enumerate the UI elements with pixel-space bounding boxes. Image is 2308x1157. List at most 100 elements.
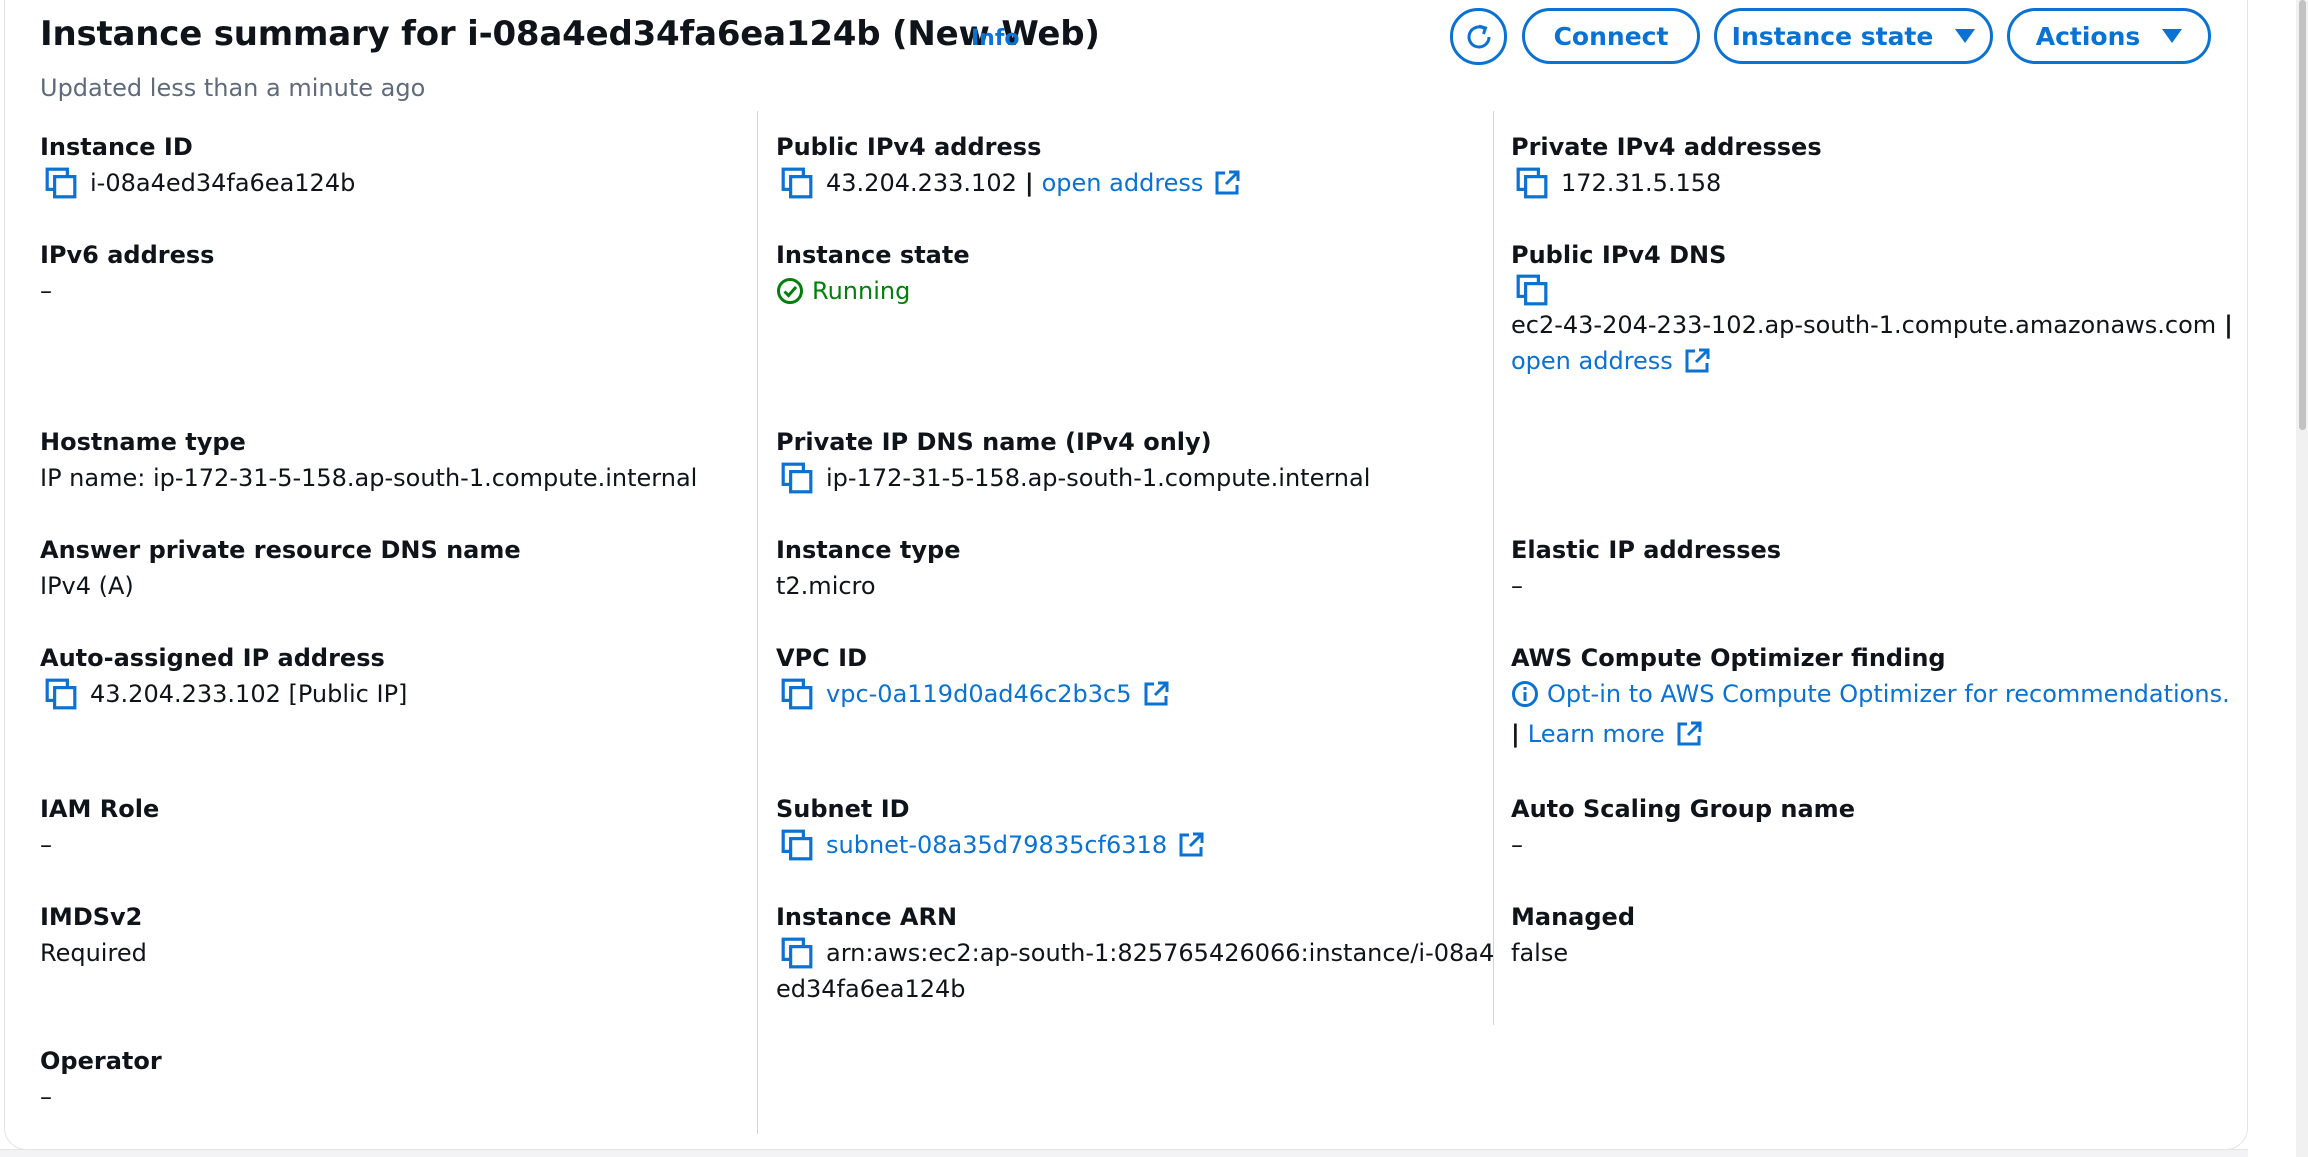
field-managed: Managed false — [1511, 902, 2211, 971]
copy-icon[interactable] — [780, 677, 814, 711]
success-check-icon — [777, 278, 803, 304]
field-label: Instance ID — [40, 133, 193, 161]
optimizer-opt-in-link[interactable]: Opt-in to AWS Compute Optimizer for reco… — [1547, 676, 2230, 712]
field-label: Instance state — [776, 241, 970, 269]
instance-state-button-label: Instance state — [1731, 21, 1934, 51]
field-label: Auto-assigned IP address — [40, 644, 385, 672]
subnet-id-link[interactable]: subnet-08a35d79835cf6318 — [826, 827, 1167, 863]
field-label: Hostname type — [40, 428, 246, 456]
instance-arn-value-line2: ed34fa6ea124b — [776, 975, 966, 1003]
field-imdsv2: IMDSv2 Required — [40, 902, 740, 971]
field-auto-ip: Auto-assigned IP address 43.204.233.102 … — [40, 643, 740, 712]
copy-icon[interactable] — [780, 461, 814, 495]
column-divider — [1493, 111, 1494, 1025]
refresh-icon — [1467, 24, 1490, 48]
field-optimizer: AWS Compute Optimizer finding Opt-in to … — [1511, 643, 2230, 752]
field-label: IPv6 address — [40, 241, 215, 269]
instance-arn-value-line1: arn:aws:ec2:ap-south-1:825765426066:inst… — [826, 939, 1495, 967]
open-address-link[interactable]: open address — [1042, 165, 1204, 201]
field-instance-state: Instance state Running — [776, 240, 1476, 309]
caret-down-icon — [2162, 29, 2183, 43]
field-label: Operator — [40, 1047, 162, 1075]
separator: | — [1024, 169, 1034, 197]
vpc-id-link[interactable]: vpc-0a119d0ad46c2b3c5 — [826, 676, 1132, 712]
external-link-icon[interactable] — [1177, 831, 1205, 859]
external-link-icon[interactable] — [1213, 169, 1241, 197]
external-link-icon[interactable] — [1142, 680, 1170, 708]
field-private-dns: Private IP DNS name (IPv4 only) ip-172-3… — [776, 427, 1476, 496]
actions-button-label: Actions — [2035, 21, 2141, 51]
field-label: Public IPv4 address — [776, 133, 1042, 161]
field-public-ipv4: Public IPv4 address 43.204.233.102 | ope… — [776, 132, 1476, 201]
refresh-button[interactable] — [1450, 8, 1507, 65]
field-vpc-id: VPC ID vpc-0a119d0ad46c2b3c5 — [776, 643, 1476, 712]
field-answer-dns: Answer private resource DNS name IPv4 (A… — [40, 535, 740, 604]
caret-down-icon — [1955, 29, 1976, 43]
auto-ip-value: 43.204.233.102 [Public IP] — [90, 680, 408, 708]
field-instance-id: Instance ID i-08a4ed34fa6ea124b — [40, 132, 740, 201]
column-divider — [757, 111, 758, 1134]
public-ipv4-value: 43.204.233.102 — [826, 169, 1017, 197]
copy-icon[interactable] — [1515, 166, 1549, 200]
field-label: IMDSv2 — [40, 903, 143, 931]
field-label: Instance type — [776, 536, 961, 564]
copy-icon[interactable] — [780, 166, 814, 200]
copy-icon[interactable] — [44, 677, 78, 711]
field-private-ipv4: Private IPv4 addresses 172.31.5.158 — [1511, 132, 2211, 201]
page-title: Instance summary for i-08a4ed34fa6ea124b… — [40, 14, 1100, 54]
copy-icon[interactable] — [44, 166, 78, 200]
copy-icon[interactable] — [780, 828, 814, 862]
copy-icon[interactable] — [780, 936, 814, 970]
learn-more-link[interactable]: Learn more — [1528, 716, 1665, 752]
field-public-dns: Public IPv4 DNS ec2-43-204-233-102.ap-so… — [1511, 240, 2233, 379]
field-label: Auto Scaling Group name — [1511, 795, 1855, 823]
field-label: Managed — [1511, 903, 1635, 931]
scrollbar-thumb[interactable] — [2299, 0, 2306, 430]
field-operator: Operator – — [40, 1046, 740, 1115]
field-label: Answer private resource DNS name — [40, 536, 521, 564]
field-label: Subnet ID — [776, 795, 910, 823]
private-dns-value: ip-172-31-5-158.ap-south-1.compute.inter… — [826, 464, 1371, 492]
instance-state-value: Running — [812, 277, 911, 305]
field-label: IAM Role — [40, 795, 160, 823]
updated-timestamp: Updated less than a minute ago — [40, 74, 426, 102]
field-subnet-id: Subnet ID subnet-08a35d79835cf6318 — [776, 794, 1476, 863]
managed-value: false — [1511, 939, 1569, 967]
field-label: Public IPv4 DNS — [1511, 241, 1727, 269]
field-label: Instance ARN — [776, 903, 958, 931]
connect-button-label: Connect — [1553, 21, 1669, 51]
connect-button[interactable]: Connect — [1522, 8, 1700, 64]
hostname-type-value: IP name: ip-172-31-5-158.ap-south-1.comp… — [40, 464, 698, 492]
separator: | — [2224, 311, 2233, 339]
info-link[interactable]: Info — [971, 26, 1020, 51]
actions-button[interactable]: Actions — [2007, 8, 2211, 64]
field-hostname-type: Hostname type IP name: ip-172-31-5-158.a… — [40, 427, 740, 496]
instance-id-value: i-08a4ed34fa6ea124b — [90, 169, 356, 197]
external-link-icon[interactable] — [1675, 720, 1703, 748]
field-label: AWS Compute Optimizer finding — [1511, 644, 1946, 672]
instance-state-button[interactable]: Instance state — [1714, 8, 1993, 64]
copy-icon[interactable] — [1515, 273, 1549, 307]
field-ipv6: IPv6 address – — [40, 240, 740, 309]
imdsv2-value: Required — [40, 939, 147, 967]
info-circle-icon — [1512, 681, 1538, 707]
field-label: VPC ID — [776, 644, 867, 672]
field-label: Private IPv4 addresses — [1511, 133, 1822, 161]
ipv6-value: – — [40, 277, 52, 305]
field-asg-name: Auto Scaling Group name – — [1511, 794, 2211, 863]
external-link-icon[interactable] — [1683, 347, 1711, 375]
field-label: Private IP DNS name (IPv4 only) — [776, 428, 1212, 456]
field-label: Elastic IP addresses — [1511, 536, 1782, 564]
open-address-link[interactable]: open address — [1511, 343, 1673, 379]
asg-name-value: – — [1511, 831, 1523, 859]
field-iam-role: IAM Role – — [40, 794, 740, 863]
instance-type-value: t2.micro — [776, 572, 876, 600]
elastic-ip-value: – — [1511, 572, 1523, 600]
operator-value: – — [40, 1083, 52, 1111]
answer-dns-value: IPv4 (A) — [40, 572, 134, 600]
iam-role-value: – — [40, 831, 52, 859]
bottom-divider — [0, 1149, 2248, 1157]
field-elastic-ip: Elastic IP addresses – — [1511, 535, 2211, 604]
field-instance-type: Instance type t2.micro — [776, 535, 1476, 604]
public-dns-value: ec2-43-204-233-102.ap-south-1.compute.am… — [1511, 311, 2217, 339]
